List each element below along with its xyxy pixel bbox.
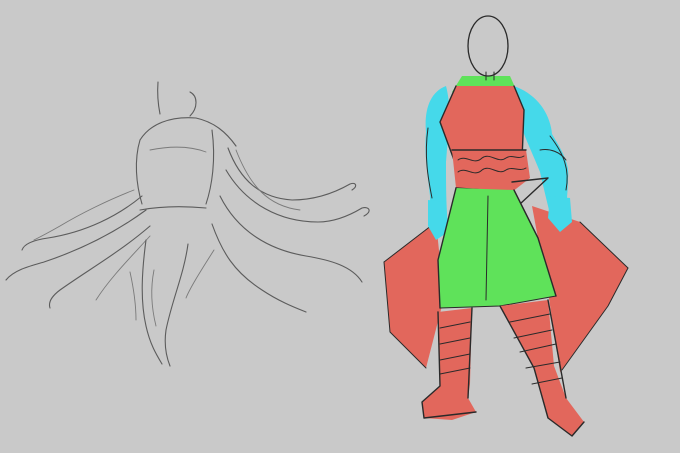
sketch-tendril-right-4 bbox=[211, 223, 307, 313]
sketch-leg-right bbox=[164, 243, 189, 367]
sketch-head bbox=[189, 91, 197, 117]
sketch-artwork bbox=[5, 15, 629, 437]
sketch-tendril-right-2 bbox=[225, 169, 370, 223]
drawing-canvas bbox=[0, 0, 680, 453]
sketch-tendril-left-1 bbox=[21, 195, 143, 251]
colored-figure bbox=[383, 15, 629, 437]
sketch-torso-left bbox=[135, 139, 143, 205]
cape-left-wing bbox=[384, 222, 444, 368]
head bbox=[467, 15, 509, 77]
sketch-neck bbox=[157, 81, 161, 115]
tunic-top bbox=[440, 86, 524, 160]
sketch-tendril-right-3 bbox=[219, 195, 363, 283]
sketch-torso-right bbox=[205, 129, 215, 205]
skirt bbox=[438, 188, 556, 308]
sketch-shoulder-line bbox=[139, 117, 237, 147]
sash bbox=[452, 150, 530, 192]
sketch-waist bbox=[139, 206, 207, 211]
pencil-sketch-figure bbox=[5, 81, 370, 367]
